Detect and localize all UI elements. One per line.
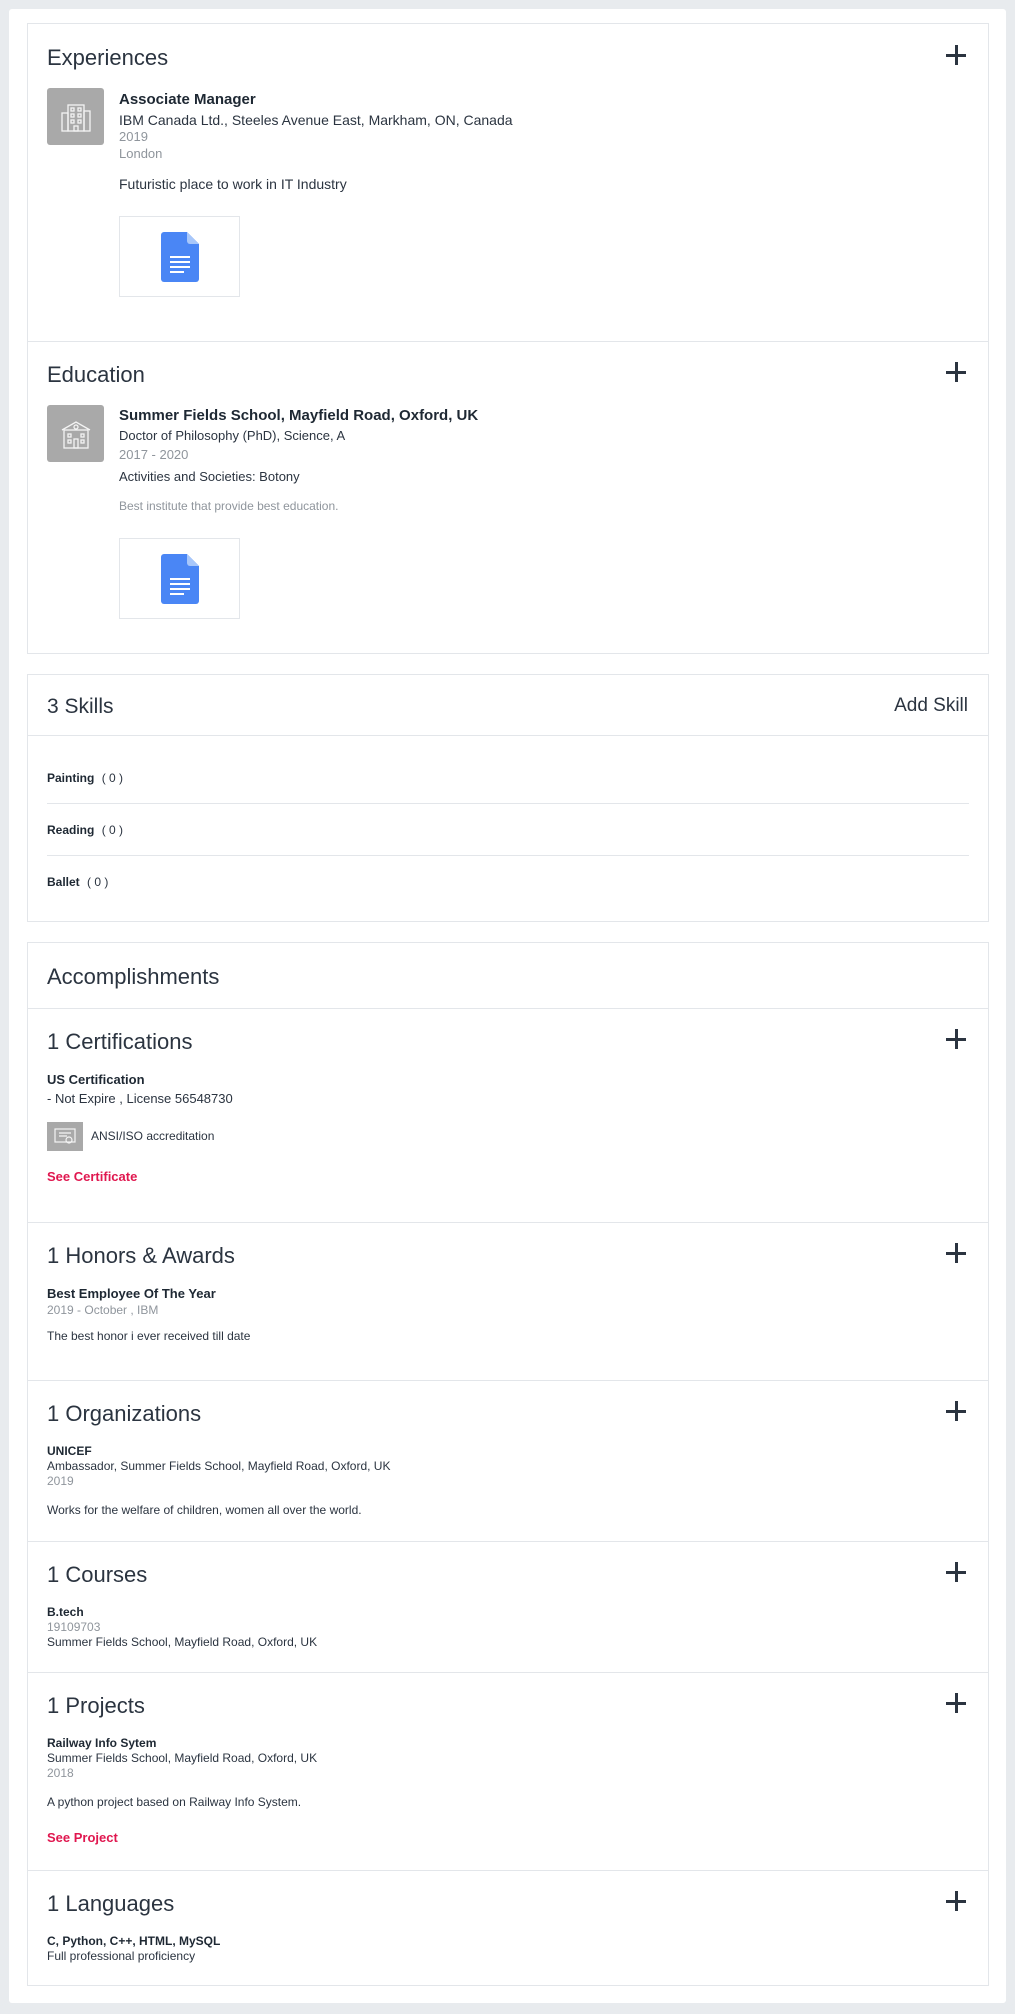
experience-company: IBM Canada Ltd., Steeles Avenue East, Ma… <box>119 112 513 128</box>
organization-name: UNICEF <box>47 1444 92 1458</box>
project-name: Railway Info Sytem <box>47 1736 157 1750</box>
organizations-section: 1 Organizations UNICEF Ambassador, Summe… <box>28 1381 988 1542</box>
add-course-plus-icon[interactable] <box>946 1562 966 1582</box>
add-certification-plus-icon[interactable] <box>946 1029 966 1049</box>
certification-name: US Certification <box>47 1072 145 1087</box>
organizations-title: 1 Organizations <box>47 1401 202 1426</box>
organization-description: Works for the welfare of children, women… <box>47 1503 362 1517</box>
skill-name: Ballet <box>47 875 80 889</box>
language-proficiency: Full professional proficiency <box>47 1949 196 1963</box>
education-document-attachment[interactable] <box>119 538 240 619</box>
add-experience-plus-icon[interactable] <box>946 45 966 65</box>
skill-name: Painting <box>47 771 95 785</box>
add-language-plus-icon[interactable] <box>946 1891 966 1911</box>
skill-count: ( 0 ) <box>101 823 124 837</box>
course-school: Summer Fields School, Mayfield Road, Oxf… <box>47 1635 318 1649</box>
add-honor-plus-icon[interactable] <box>946 1243 966 1263</box>
languages-title: 1 Languages <box>47 1891 175 1916</box>
certifications-title: 1 Certifications <box>47 1029 193 1054</box>
education-school: Summer Fields School, Mayfield Road, Oxf… <box>119 407 479 424</box>
certificate-icon <box>47 1122 83 1151</box>
skill-item: Painting ( 0 ) <box>47 771 969 785</box>
add-skill-button[interactable]: Add Skill <box>894 695 968 717</box>
skill-count: ( 0 ) <box>87 875 109 889</box>
skills-header: 3 Skills Add Skill <box>28 675 988 736</box>
honor-description: The best honor i ever received till date <box>47 1329 251 1343</box>
organization-detail: Ambassador, Summer Fields School, Mayfie… <box>47 1459 391 1473</box>
education-degree: Doctor of Philosophy (PhD), Science, A <box>119 428 346 443</box>
skills-card: 3 Skills Add Skill Painting ( 0 ) Readin… <box>27 674 989 922</box>
divider <box>47 803 969 804</box>
accomplishments-header: Accomplishments <box>28 943 988 1009</box>
experience-year: 2019 <box>119 129 148 144</box>
project-description: A python project based on Railway Info S… <box>47 1795 302 1809</box>
language-names: C, Python, C++, HTML, MySQL <box>47 1934 221 1948</box>
experience-education-card: Experiences Associate Manager IBM Canada… <box>27 23 989 654</box>
honors-section: 1 Honors & Awards Best Employee Of The Y… <box>28 1223 988 1381</box>
course-number: 19109703 <box>47 1620 101 1634</box>
projects-title: 1 Projects <box>47 1693 145 1718</box>
languages-section: 1 Languages C, Python, C++, HTML, MySQL … <box>28 1871 988 1985</box>
experiences-section: Experiences Associate Manager IBM Canada… <box>28 24 988 342</box>
skill-name: Reading <box>47 823 95 837</box>
education-title: Education <box>47 362 145 387</box>
honor-name: Best Employee Of The Year <box>47 1286 216 1301</box>
add-education-plus-icon[interactable] <box>946 362 966 382</box>
experience-document-attachment[interactable] <box>119 216 240 297</box>
add-project-plus-icon[interactable] <box>946 1693 966 1713</box>
courses-title: 1 Courses <box>47 1562 148 1587</box>
skills-title: 3 Skills <box>47 695 114 718</box>
skill-item: Ballet ( 0 ) <box>47 875 969 889</box>
divider <box>47 855 969 856</box>
experience-role: Associate Manager <box>119 91 256 108</box>
honors-title: 1 Honors & Awards <box>47 1243 235 1268</box>
experience-location: London <box>119 146 163 161</box>
school-icon <box>47 405 104 462</box>
accomplishments-title: Accomplishments <box>47 964 220 989</box>
education-section: Education Summer Fields School, Mayfield… <box>28 342 988 654</box>
see-certificate-link[interactable]: See Certificate <box>47 1169 137 1184</box>
document-icon <box>160 553 199 604</box>
project-school: Summer Fields School, Mayfield Road, Oxf… <box>47 1751 318 1765</box>
certification-detail: - Not Expire , License 56548730 <box>47 1091 233 1106</box>
projects-section: 1 Projects Railway Info Sytem Summer Fie… <box>28 1673 988 1871</box>
education-description: Best institute that provide best educati… <box>119 499 339 513</box>
courses-section: 1 Courses B.tech 19109703 Summer Fields … <box>28 1542 988 1673</box>
certifications-section: 1 Certifications US Certification - Not … <box>28 1009 988 1223</box>
project-year: 2018 <box>47 1766 74 1780</box>
experience-description: Futuristic place to work in IT Industry <box>119 176 347 192</box>
honor-date: 2019 - October , IBM <box>47 1303 159 1317</box>
see-project-link[interactable]: See Project <box>47 1830 118 1845</box>
organization-year: 2019 <box>47 1474 74 1488</box>
document-icon <box>160 231 199 282</box>
accomplishments-card: Accomplishments 1 Certifications US Cert… <box>27 942 989 1986</box>
course-name: B.tech <box>47 1605 84 1619</box>
building-icon <box>47 88 104 145</box>
education-activities: Activities and Societies: Botony <box>119 469 300 484</box>
skill-item: Reading ( 0 ) <box>47 823 969 837</box>
skill-count: ( 0 ) <box>101 771 124 785</box>
add-organization-plus-icon[interactable] <box>946 1401 966 1421</box>
profile-page: Experiences Associate Manager IBM Canada… <box>9 9 1006 2003</box>
certification-authority: ANSI/ISO accreditation <box>91 1129 215 1143</box>
education-years: 2017 - 2020 <box>119 447 189 462</box>
experiences-title: Experiences <box>47 45 169 70</box>
